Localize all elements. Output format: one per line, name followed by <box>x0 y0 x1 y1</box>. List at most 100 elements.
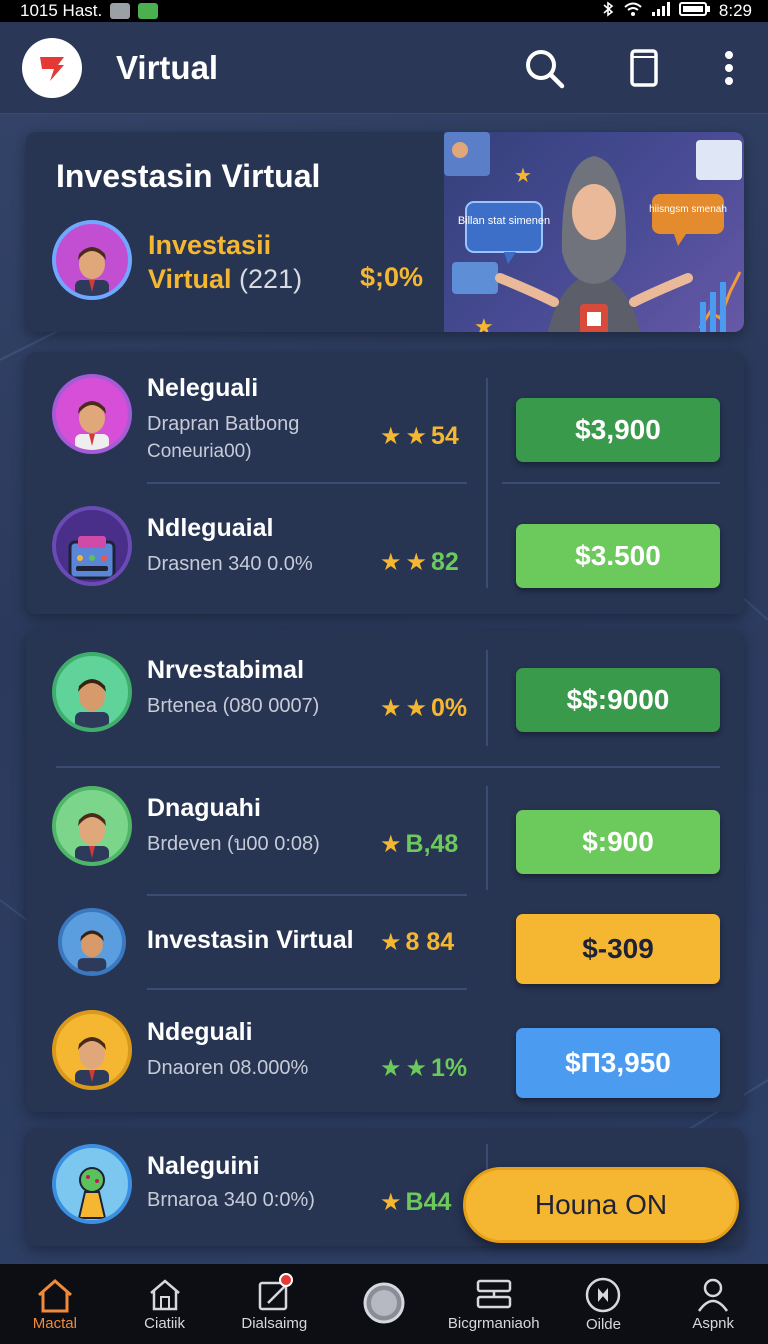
nav-item-guide[interactable]: Oilde <box>549 1276 659 1333</box>
nav-item-notes[interactable]: Dialsaimg <box>219 1272 329 1332</box>
calculator-icon <box>68 536 116 580</box>
person-icon <box>75 813 109 862</box>
price-button[interactable]: $:900 <box>516 810 720 874</box>
star-icon: ★ <box>380 831 402 858</box>
app-bar: Virtual <box>0 22 768 114</box>
price-button[interactable]: $3.500 <box>516 524 720 588</box>
star-icon: ★ <box>380 1189 402 1216</box>
list-item[interactable]: Investasin Virtual ★ 8 84 $-309 <box>26 896 744 988</box>
status-time-right: 8:29 <box>718 1 752 20</box>
bubble-left-text: Billan stat simenen <box>458 215 550 227</box>
wifi-icon <box>623 1 643 22</box>
rating-value: B44 <box>405 1188 452 1216</box>
rating-value: 1% <box>431 1054 468 1082</box>
nav-label: Oilde <box>585 1315 621 1333</box>
nav-label: Dialsaimg <box>241 1314 308 1332</box>
nav-label: Bicgrmaniaoh <box>447 1314 540 1332</box>
list-item[interactable]: Neleguali Drapran Batbong Coneuria00) ★ ★… <box>26 352 744 482</box>
nav-label: Ciatiik <box>144 1314 185 1332</box>
search-button[interactable] <box>522 46 566 90</box>
app-title: Virtual <box>116 48 219 86</box>
item-description: Brdeven (บ00 0:08) <box>147 833 320 855</box>
item-description: Brnaroa 340 0:0%) <box>147 1189 315 1211</box>
nav-item-home[interactable]: Mactal <box>0 1277 110 1332</box>
star-icon: ★ <box>405 1055 428 1082</box>
hero-name-line2: Virtual <box>148 264 232 294</box>
nav-item-stats[interactable]: Ciatiik <box>110 1277 220 1332</box>
rating-value: 0% <box>431 694 468 722</box>
person-icon <box>75 401 109 450</box>
price-button[interactable]: $-309 <box>516 914 720 984</box>
rating-value: B,48 <box>405 830 459 858</box>
nav-label: Mactal <box>32 1314 77 1332</box>
svg-text:★: ★ <box>474 314 494 332</box>
avatar <box>52 1144 132 1224</box>
hero-card[interactable]: Investasin Virtual Investasii Virtual (2… <box>26 132 744 332</box>
more-menu-button[interactable] <box>722 46 736 90</box>
house-outline-icon <box>149 1278 180 1310</box>
price-button[interactable]: $$:9000 <box>516 668 720 732</box>
notification-badge <box>279 1272 294 1287</box>
phone-icon <box>630 48 658 87</box>
status-bar: 1015 Hast. 8:29 <box>0 0 768 22</box>
avatar <box>52 506 132 586</box>
promo-banner-image[interactable]: Billan stat simenen hiisngsm smenah ★ ★ <box>444 132 744 332</box>
circle-button-icon <box>363 1282 405 1324</box>
device-button[interactable] <box>622 46 666 90</box>
message-icon <box>138 3 159 19</box>
price-button[interactable]: $3,900 <box>516 398 720 462</box>
list-item[interactable]: Nrvestabimal Brtenea (080 0007) ★ ★ 0% $$… <box>26 630 744 766</box>
item-rating: ★ ★ 1% <box>380 1054 467 1083</box>
item-description-secondary: Coneuria00) <box>147 441 252 462</box>
star-icon: ★ <box>380 1055 402 1082</box>
avatar <box>52 374 132 454</box>
star-icon: ★ <box>405 549 428 576</box>
svg-text:★: ★ <box>514 165 532 187</box>
hero-title: Investasin Virtual <box>56 158 321 194</box>
rating-value: 8 84 <box>405 928 455 956</box>
item-name: Investasin Virtual <box>147 926 354 954</box>
nav-item-programs[interactable]: Bicgrmaniaoh <box>439 1277 549 1332</box>
app-logo[interactable] <box>22 37 82 98</box>
floating-action-button[interactable]: Houna ON <box>463 1167 739 1243</box>
home-icon <box>37 1278 72 1312</box>
person-icon <box>75 679 109 728</box>
item-rating: ★ ★ 54 <box>380 422 459 451</box>
notification-icon <box>110 3 131 19</box>
item-rating: ★ ★ 82 <box>380 548 459 577</box>
item-rating: ★ B,48 <box>380 830 458 859</box>
hero-percent: $;0% <box>360 262 424 292</box>
list-item[interactable]: Ndleguaial Drasnen 340 0.0% ★ ★ 82 $3.500 <box>26 484 744 612</box>
item-name: Dnaguahi <box>147 794 261 822</box>
bluetooth-icon <box>601 0 615 22</box>
battery-icon <box>678 1 711 22</box>
star-icon: ★ <box>380 695 402 722</box>
bubble-right-text: hiisngsm smenah <box>649 204 727 215</box>
nav-item-account[interactable]: Aspnk <box>658 1277 768 1332</box>
nav-label: Aspnk <box>692 1314 735 1332</box>
rating-value: 82 <box>431 548 459 576</box>
person-icon <box>77 930 107 972</box>
signal-icon <box>651 1 671 22</box>
item-rating: ★ 8 84 <box>380 928 454 957</box>
brand-logo-icon <box>40 56 64 81</box>
item-name: Nrvestabimal <box>147 656 305 684</box>
nav-item-center[interactable] <box>329 1281 439 1327</box>
avatar <box>52 652 132 732</box>
investment-card-2: Nrvestabimal Brtenea (080 0007) ★ ★ 0% $$… <box>26 630 744 1112</box>
star-icon: ★ <box>405 695 428 722</box>
rating-value: 54 <box>431 422 459 450</box>
avatar <box>52 1010 132 1090</box>
presenter-illustration: Billan stat simenen hiisngsm smenah ★ ★ <box>444 132 742 332</box>
person-icon <box>75 1037 109 1086</box>
item-name: Ndleguaial <box>147 514 274 542</box>
list-item[interactable]: Dnaguahi Brdeven (บ00 0:08) ★ B,48 $:900 <box>26 768 744 894</box>
item-rating: ★ ★ 0% <box>380 694 467 723</box>
star-icon: ★ <box>405 423 428 450</box>
list-item[interactable]: Ndeguali Dnaoren 08.000% ★ ★ 1% $П3,950 <box>26 990 744 1110</box>
user-icon <box>698 1278 729 1312</box>
item-description: Brtenea (080 0007) <box>147 695 320 717</box>
bottom-nav: Mactal Ciatiik Dialsaimg Bicgrmaniaoh Oi… <box>0 1264 768 1344</box>
avatar <box>58 908 126 976</box>
price-button[interactable]: $П3,950 <box>516 1028 720 1098</box>
